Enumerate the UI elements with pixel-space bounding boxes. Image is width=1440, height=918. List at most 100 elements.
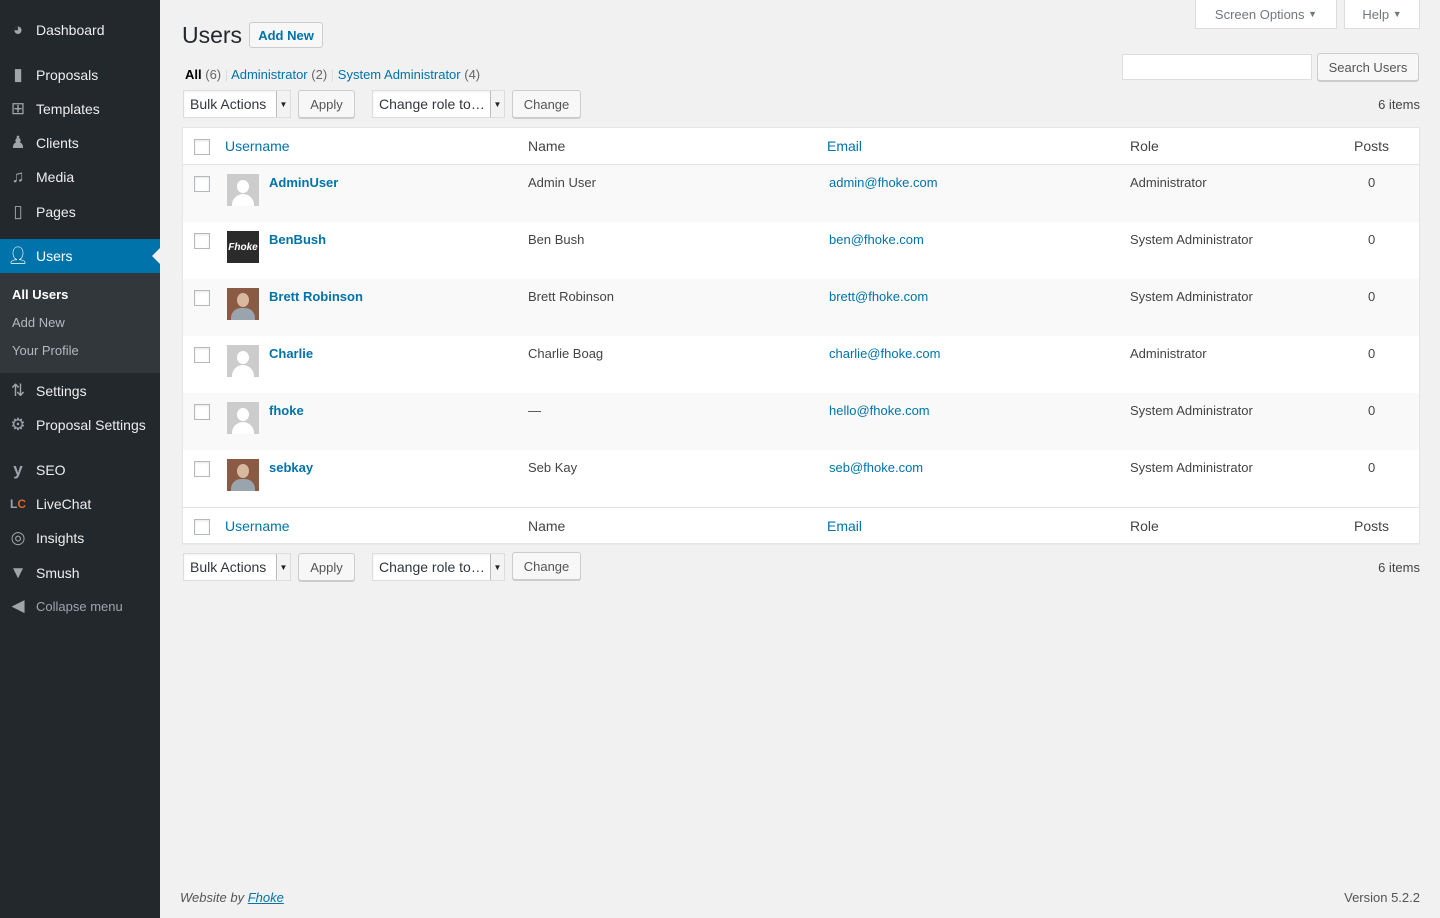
menu-smush[interactable]: ▼ Smush <box>0 556 160 590</box>
collapse-menu-button[interactable]: ◀ Collapse menu <box>0 589 160 623</box>
username-link[interactable]: AdminUser <box>269 175 338 190</box>
username-link[interactable]: Brett Robinson <box>269 289 363 304</box>
bulk-actions-select-top[interactable]: Bulk Actions ▼ <box>183 90 291 118</box>
select-all-checkbox-footer[interactable] <box>194 519 210 535</box>
users-table: Username Name Email Role Posts AdminUser… <box>182 127 1420 544</box>
change-role-select-bottom[interactable]: Change role to… ▼ <box>372 553 505 581</box>
yoast-icon: y <box>13 460 23 479</box>
user-name: Brett Robinson <box>528 289 614 304</box>
user-name: Ben Bush <box>528 232 585 247</box>
row-checkbox[interactable] <box>194 347 210 363</box>
user-posts: 0 <box>1368 289 1376 304</box>
user-email[interactable]: admin@fhoke.com <box>829 175 938 190</box>
apply-button-top[interactable]: Apply <box>298 90 355 118</box>
caret-down-icon: ▼ <box>276 91 290 117</box>
username-link[interactable]: sebkay <box>269 460 313 475</box>
add-new-button[interactable]: Add New <box>249 22 323 48</box>
change-button-bottom[interactable]: Change <box>512 552 581 580</box>
admin-footer: Website by Fhoke Version 5.2.2 <box>180 890 1420 905</box>
insights-icon: ◎ <box>10 528 26 547</box>
search-users-button[interactable]: Search Users <box>1317 53 1419 81</box>
menu-seo[interactable]: y SEO <box>0 453 160 487</box>
fhoke-logo-avatar: Fhoke <box>227 231 259 263</box>
row-checkbox[interactable] <box>194 404 210 420</box>
filter-administrator[interactable]: Administrator <box>231 67 308 82</box>
caret-down-icon: ▼ <box>1392 9 1402 19</box>
fhoke-link[interactable]: Fhoke <box>248 890 284 905</box>
menu-templates[interactable]: ⊞ Templates <box>0 92 160 126</box>
user-role: System Administrator <box>1130 289 1253 304</box>
livechat-icon: LC <box>9 497 26 511</box>
user-name: Charlie Boag <box>528 346 604 361</box>
screen-options-tab[interactable]: Screen Options ▼ <box>1195 0 1337 29</box>
photo-avatar <box>227 459 259 491</box>
user-email[interactable]: ben@fhoke.com <box>829 232 924 247</box>
user-role: Administrator <box>1130 175 1207 190</box>
row-checkbox[interactable] <box>194 290 210 306</box>
users-submenu: All Users Add New Your Profile <box>0 273 160 373</box>
column-email[interactable]: Email <box>827 518 862 534</box>
table-body: AdminUser Admin User admin@fhoke.com Admini… <box>183 165 1419 507</box>
row-checkbox[interactable] <box>194 176 210 192</box>
submenu-add-new[interactable]: Add New <box>0 309 160 337</box>
grid-icon: ⊞ <box>10 99 26 118</box>
submenu-all-users[interactable]: All Users <box>0 281 160 309</box>
menu-pages[interactable]: ▯ Pages <box>0 195 160 229</box>
change-button-top[interactable]: Change <box>512 90 581 118</box>
user-email[interactable]: brett@fhoke.com <box>829 289 928 304</box>
media-icon: ♫ <box>11 167 25 186</box>
user-email[interactable]: seb@fhoke.com <box>829 460 923 475</box>
menu-proposal-settings[interactable]: ⚙ Proposal Settings <box>0 408 160 442</box>
column-username[interactable]: Username <box>225 518 290 534</box>
filter-system-administrator[interactable]: System Administrator <box>338 67 461 82</box>
caret-down-icon: ▼ <box>1308 9 1318 19</box>
photo-avatar <box>227 288 259 320</box>
user-posts: 0 <box>1368 403 1376 418</box>
gear-icon: ⚙ <box>10 415 26 434</box>
column-posts: Posts <box>1354 518 1390 534</box>
user-email[interactable]: hello@fhoke.com <box>829 403 930 418</box>
bulk-actions-select-bottom[interactable]: Bulk Actions ▼ <box>183 553 291 581</box>
help-tab[interactable]: Help ▼ <box>1344 0 1420 29</box>
user-posts: 0 <box>1368 460 1376 475</box>
user-posts: 0 <box>1368 346 1376 361</box>
table-row: Brett Robinson Brett Robinson brett@fhoke.… <box>183 279 1419 336</box>
table-row: fhoke — hello@fhoke.com System Administrato… <box>183 393 1419 450</box>
smush-icon: ▼ <box>9 563 27 582</box>
user-name: Admin User <box>528 175 596 190</box>
username-link[interactable]: BenBush <box>269 232 326 247</box>
search-users-input[interactable] <box>1122 54 1312 80</box>
column-role: Role <box>1130 518 1159 534</box>
menu-settings[interactable]: ⇅ Settings <box>0 374 160 408</box>
menu-clients[interactable]: ♟ Clients <box>0 126 160 160</box>
user-role: System Administrator <box>1130 232 1253 247</box>
menu-media[interactable]: ♫ Media <box>0 160 160 194</box>
menu-users[interactable]: 👤︎ Users <box>0 239 160 273</box>
menu-insights[interactable]: ◎ Insights <box>0 521 160 555</box>
change-role-select-top[interactable]: Change role to… ▼ <box>372 90 505 118</box>
submenu-your-profile[interactable]: Your Profile <box>0 337 160 365</box>
menu-dashboard[interactable]: ◕ Dashboard <box>0 13 160 47</box>
page-title: Users <box>182 22 243 48</box>
column-username[interactable]: Username <box>225 138 290 154</box>
dashboard-icon: ◕ <box>12 20 24 39</box>
person-icon: ♟ <box>10 133 26 152</box>
menu-livechat[interactable]: L C LiveChat <box>0 487 160 521</box>
select-all-checkbox[interactable] <box>194 139 210 155</box>
footer-credit: Website by Fhoke <box>180 890 284 905</box>
username-link[interactable]: fhoke <box>269 403 304 418</box>
user-posts: 0 <box>1368 175 1376 190</box>
column-name: Name <box>528 518 566 534</box>
column-posts: Posts <box>1354 138 1390 154</box>
user-name: Seb Kay <box>528 460 578 475</box>
user-email[interactable]: charlie@fhoke.com <box>829 346 940 361</box>
apply-button-bottom[interactable]: Apply <box>298 553 355 581</box>
column-email[interactable]: Email <box>827 138 862 154</box>
row-checkbox[interactable] <box>194 233 210 249</box>
default-avatar <box>227 174 259 206</box>
menu-proposals[interactable]: ▮ Proposals <box>0 58 160 92</box>
filter-all[interactable]: All <box>185 67 202 82</box>
pages-icon: ▯ <box>13 202 23 221</box>
row-checkbox[interactable] <box>194 461 210 477</box>
username-link[interactable]: Charlie <box>269 346 313 361</box>
